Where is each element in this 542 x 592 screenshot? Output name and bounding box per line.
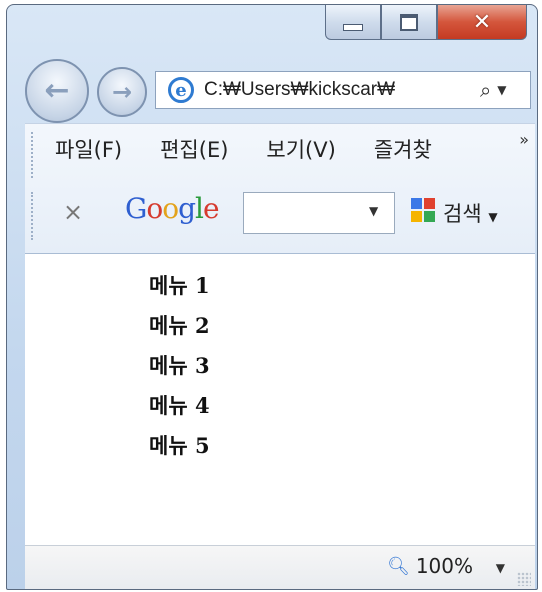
google-logo-letter: G: [125, 192, 147, 225]
minimize-icon: [343, 23, 363, 31]
forward-arrow-icon: →: [111, 78, 133, 106]
zoom-dropdown-icon[interactable]: ▼: [496, 561, 505, 575]
address-text[interactable]: C:₩Users₩kickscar₩: [204, 79, 476, 101]
google-toolbar: × Google ▼ 검색 ▼: [25, 188, 535, 246]
google-toolbar-grip[interactable]: [31, 192, 35, 240]
toolbar-area: 파일(F) 편집(E) 보기(V) 즐겨찾 » × Google ▼ 검색 ▼: [25, 123, 535, 254]
google-logo-letter: e: [203, 192, 220, 225]
ie-page-icon: e: [168, 77, 194, 103]
menu-favorites[interactable]: 즐겨찾: [374, 134, 432, 164]
back-button[interactable]: ←: [25, 59, 89, 123]
maximize-icon: [400, 13, 418, 31]
google-logo-letter: g: [178, 192, 196, 225]
maximize-button[interactable]: [381, 5, 437, 40]
google-logo-letter: o: [162, 192, 179, 225]
chevron-down-icon[interactable]: ▼: [497, 83, 506, 97]
menu-list: 메뉴 1 메뉴 2 메뉴 3 메뉴 4 메뉴 5: [149, 266, 210, 466]
zoom-level: 100%: [415, 554, 473, 578]
forward-button[interactable]: →: [97, 67, 147, 117]
back-arrow-icon: ←: [44, 73, 70, 108]
google-search-icon: [411, 198, 435, 222]
close-button[interactable]: ✕: [437, 5, 527, 40]
google-toolbar-close-icon[interactable]: ×: [63, 198, 83, 226]
zoom-control[interactable]: 🔍︎ 100%: [387, 554, 473, 578]
menu-overflow-chevron-icon[interactable]: »: [519, 130, 529, 149]
google-search-dropdown-icon[interactable]: ▼: [369, 204, 378, 218]
caption-buttons: ✕: [325, 5, 527, 41]
browser-window: ✕ ← → e C:₩Users₩kickscar₩ ⌕ ▼ 파일(F) 편집(…: [6, 4, 538, 590]
resize-grip[interactable]: [517, 572, 531, 586]
address-bar[interactable]: e C:₩Users₩kickscar₩ ⌕ ▼: [155, 71, 531, 109]
minimize-button[interactable]: [325, 5, 381, 40]
menu-view[interactable]: 보기(V): [266, 134, 335, 164]
navigation-bar: ← → e C:₩Users₩kickscar₩ ⌕ ▼: [25, 57, 535, 123]
google-logo-letter: l: [195, 192, 204, 225]
search-icon[interactable]: ⌕: [480, 78, 491, 102]
list-item: 메뉴 5: [149, 433, 210, 458]
zoom-icon: 🔍︎: [386, 555, 410, 577]
chevron-down-icon: ▼: [488, 210, 498, 224]
menu-file[interactable]: 파일(F): [55, 134, 122, 164]
list-item: 메뉴 4: [149, 393, 210, 418]
list-item: 메뉴 2: [149, 313, 210, 338]
google-logo: Google: [125, 192, 220, 225]
menubar: 파일(F) 편집(E) 보기(V) 즐겨찾: [55, 134, 432, 164]
page-content: 메뉴 1 메뉴 2 메뉴 3 메뉴 4 메뉴 5: [25, 253, 535, 546]
status-bar: 🔍︎ 100% ▼: [25, 545, 535, 589]
menubar-grip[interactable]: [31, 132, 35, 178]
google-logo-letter: o: [146, 192, 163, 225]
list-item: 메뉴 3: [149, 353, 210, 378]
google-search-button[interactable]: 검색 ▼: [443, 198, 498, 228]
menu-edit[interactable]: 편집(E): [160, 134, 228, 164]
close-icon: ✕: [472, 9, 492, 35]
list-item: 메뉴 1: [149, 273, 210, 298]
google-search-button-label: 검색: [443, 202, 482, 226]
